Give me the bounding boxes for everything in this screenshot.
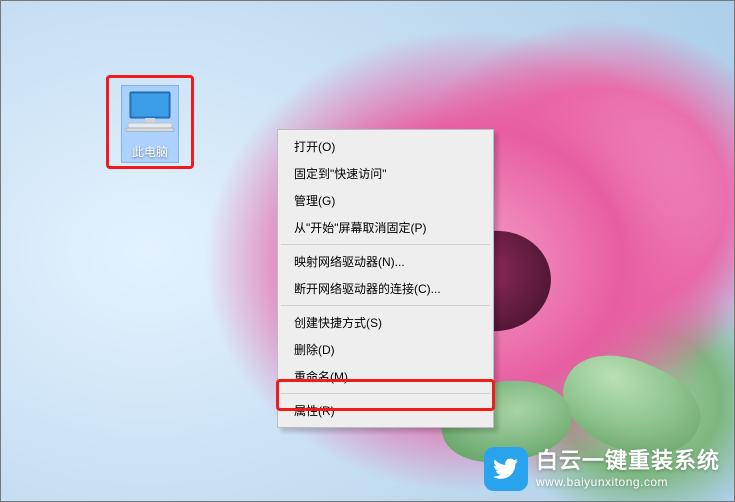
desktop-icon-this-pc[interactable]: 此电脑 (111, 86, 189, 162)
menu-item-create-shortcut[interactable]: 创建快捷方式(S) (280, 309, 491, 336)
menu-item-map-network-drive[interactable]: 映射网络驱动器(N)... (280, 248, 491, 275)
menu-separator (281, 305, 490, 306)
menu-item-pin-quick-access[interactable]: 固定到"快速访问" (280, 160, 491, 187)
this-pc-icon (124, 90, 176, 134)
menu-item-disconnect-network-drive[interactable]: 断开网络驱动器的连接(C)... (280, 275, 491, 302)
desktop-icon-label: 此电脑 (124, 143, 176, 160)
menu-item-delete[interactable]: 删除(D) (280, 336, 491, 363)
watermark-text-cn: 白云一键重装系统 (536, 448, 720, 473)
bird-icon (493, 456, 519, 482)
menu-separator (281, 393, 490, 394)
watermark-badge (484, 447, 528, 491)
menu-item-unpin-from-start[interactable]: 从"开始"屏幕取消固定(P) (280, 214, 491, 241)
menu-item-manage[interactable]: 管理(G) (280, 187, 491, 214)
context-menu: 打开(O) 固定到"快速访问" 管理(G) 从"开始"屏幕取消固定(P) 映射网… (277, 129, 494, 428)
watermark: 白云一键重装系统 www.baiyunxitong.com (484, 447, 720, 491)
menu-item-properties[interactable]: 属性(R) (280, 397, 491, 424)
menu-separator (281, 244, 490, 245)
menu-item-open[interactable]: 打开(O) (280, 133, 491, 160)
menu-item-rename[interactable]: 重命名(M) (280, 363, 491, 390)
watermark-text-en: www.baiyunxitong.com (536, 476, 720, 490)
